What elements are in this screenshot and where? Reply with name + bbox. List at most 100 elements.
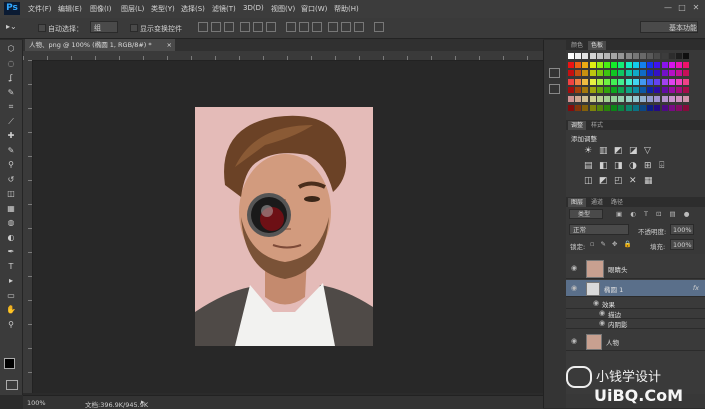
foreground-color-swatch[interactable]	[4, 358, 15, 369]
color-swatch[interactable]	[640, 96, 646, 102]
color-swatch[interactable]	[683, 61, 690, 68]
color-swatch[interactable]	[625, 61, 632, 68]
adjustment-icon[interactable]: ▽	[644, 146, 651, 156]
color-swatch[interactable]	[676, 78, 682, 85]
vertical-ruler[interactable]	[23, 60, 33, 393]
color-swatch[interactable]	[647, 78, 654, 85]
layer-filter-icons[interactable]: ▣ ◐ T ⊡ ▤ ●	[616, 210, 696, 218]
adjustment-icon[interactable]: ▥	[599, 146, 608, 156]
pen-icon[interactable]: ✒	[5, 247, 17, 257]
color-swatch[interactable]	[611, 78, 618, 85]
color-swatch[interactable]	[683, 53, 690, 59]
color-swatch[interactable]	[575, 53, 582, 59]
color-swatch[interactable]	[683, 70, 690, 77]
quick-select-icon[interactable]: ✎	[5, 88, 17, 98]
tab-layers[interactable]: 图层	[568, 198, 587, 207]
color-swatch[interactable]	[668, 104, 675, 111]
tab-swatches[interactable]: 色板	[588, 41, 607, 50]
history-panel-icon[interactable]	[549, 68, 560, 78]
color-swatch[interactable]	[596, 78, 603, 85]
color-swatch[interactable]	[654, 87, 661, 94]
auto-select-checkbox[interactable]	[38, 24, 46, 32]
healing-icon[interactable]: ✚	[5, 131, 17, 141]
distribute-bottom-icon[interactable]	[312, 22, 322, 32]
layer-row[interactable]: ◉ 内阴影	[566, 318, 705, 329]
color-swatch[interactable]	[611, 96, 618, 102]
layer-row[interactable]: ◉ 人物	[566, 332, 705, 351]
color-swatch[interactable]	[618, 70, 625, 77]
color-swatch[interactable]	[661, 104, 668, 111]
tab-channels[interactable]: 通道	[588, 198, 606, 207]
align-left-icon[interactable]	[240, 22, 250, 32]
menu-item-1[interactable]: 编辑(E)	[58, 4, 82, 14]
layer-filter-dropdown[interactable]: 类型	[569, 209, 603, 219]
layer-row[interactable]: ◉ 椭圆 1 fx	[566, 280, 705, 297]
swatch-grid[interactable]	[568, 53, 692, 115]
color-swatch[interactable]	[589, 96, 596, 102]
color-swatch[interactable]	[582, 78, 589, 85]
align-bottom-icon[interactable]	[224, 22, 234, 32]
color-swatch[interactable]	[568, 61, 574, 68]
color-swatch[interactable]	[589, 53, 596, 59]
color-swatch[interactable]	[632, 61, 639, 68]
color-swatch[interactable]	[618, 104, 625, 111]
layer-row[interactable]: ◉ 眼睛头	[566, 258, 705, 279]
adjustment-icon[interactable]: ▤	[584, 161, 593, 171]
color-swatch[interactable]	[589, 61, 596, 68]
adjustment-icon[interactable]: ◫	[584, 176, 593, 186]
path-select-icon[interactable]: ▸	[5, 276, 17, 286]
status-arrow-icon[interactable]: ▸	[141, 398, 145, 406]
color-swatch[interactable]	[640, 78, 646, 85]
color-swatch[interactable]	[654, 61, 661, 68]
color-swatch[interactable]	[596, 61, 603, 68]
color-swatch[interactable]	[589, 78, 596, 85]
layer-visibility-eye-icon[interactable]: ◉	[570, 284, 578, 292]
color-swatch[interactable]	[668, 87, 675, 94]
menu-item-3[interactable]: 图层(L)	[121, 4, 144, 14]
align-vcenter-icon[interactable]	[211, 22, 221, 32]
fill-input[interactable]: 100%	[670, 239, 694, 250]
color-swatch[interactable]	[618, 53, 625, 59]
color-swatch[interactable]	[611, 70, 618, 77]
gradient-icon[interactable]: ▦	[5, 204, 17, 214]
color-swatch[interactable]	[575, 78, 582, 85]
layer-thumbnail[interactable]	[586, 260, 604, 278]
tab-styles[interactable]: 样式	[588, 121, 606, 130]
adjustment-icon[interactable]: ◩	[614, 146, 623, 156]
adjustment-icon[interactable]: ▦	[644, 176, 653, 186]
color-swatch[interactable]	[589, 87, 596, 94]
color-swatch[interactable]	[668, 53, 675, 59]
color-swatch[interactable]	[611, 53, 618, 59]
close-button[interactable]: ✕	[691, 3, 701, 13]
color-swatch[interactable]	[575, 104, 582, 111]
adjustment-icon[interactable]: ◨	[614, 161, 623, 171]
eraser-icon[interactable]: ◫	[5, 189, 17, 199]
layer-thumbnail[interactable]	[586, 334, 602, 350]
color-swatch[interactable]	[676, 70, 682, 77]
menu-item-5[interactable]: 选择(S)	[181, 4, 205, 14]
maximize-button[interactable]: □	[677, 3, 687, 13]
adjustment-icon[interactable]: ◰	[614, 176, 623, 186]
opacity-input[interactable]: 100%	[670, 224, 694, 235]
color-swatch[interactable]	[683, 104, 690, 111]
color-swatch[interactable]	[647, 61, 654, 68]
menu-item-0[interactable]: 文件(F)	[28, 4, 52, 14]
color-swatch[interactable]	[676, 53, 682, 59]
distribute-left-icon[interactable]	[328, 22, 338, 32]
color-swatch[interactable]	[568, 96, 574, 102]
color-swatch[interactable]	[604, 78, 610, 85]
marquee-icon[interactable]: ◌	[5, 59, 17, 69]
type-icon[interactable]: T	[5, 262, 17, 272]
layer-visibility-eye-icon[interactable]: ◉	[570, 264, 578, 272]
color-swatch[interactable]	[568, 78, 574, 85]
color-swatch[interactable]	[575, 61, 582, 68]
minimize-button[interactable]: —	[663, 3, 673, 13]
color-swatch[interactable]	[640, 53, 646, 59]
color-swatch[interactable]	[668, 61, 675, 68]
color-swatch[interactable]	[582, 53, 589, 59]
color-swatch[interactable]	[618, 61, 625, 68]
color-swatch[interactable]	[625, 78, 632, 85]
shape-icon[interactable]: ▭	[5, 291, 17, 301]
color-swatch[interactable]	[582, 61, 589, 68]
menu-item-9[interactable]: 窗口(W)	[301, 4, 327, 14]
